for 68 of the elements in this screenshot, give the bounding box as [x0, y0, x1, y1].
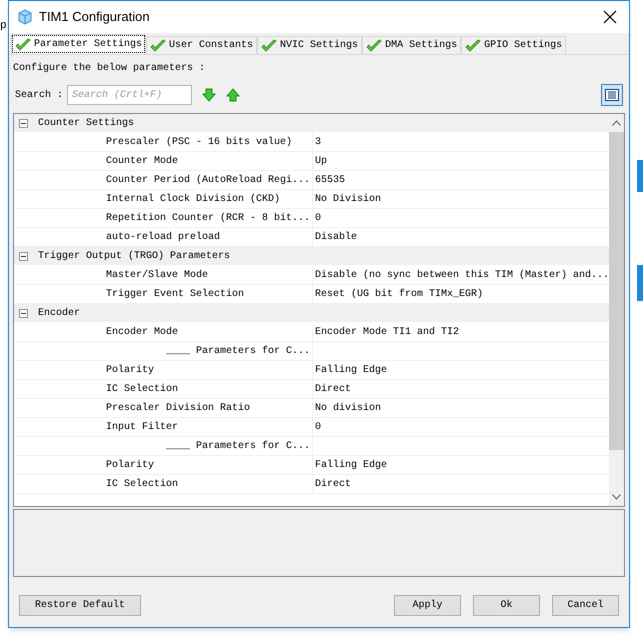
restore-default-button[interactable]: Restore Default: [19, 595, 141, 616]
scrollbar[interactable]: [609, 114, 624, 506]
parameter-name: Prescaler Division Ratio: [106, 402, 250, 416]
parameter-value[interactable]: Falling Edge: [315, 458, 388, 472]
parameter-value[interactable]: 0: [315, 210, 322, 226]
group-header[interactable]: Counter Settings: [38, 116, 134, 130]
chevron-up-icon[interactable]: [612, 120, 622, 126]
parameter-value[interactable]: Disable: [315, 230, 358, 244]
parameter-value[interactable]: Encoder Mode TI1 and TI2: [315, 324, 460, 340]
parameter-name: IC Selection: [106, 478, 178, 492]
parameter-name: Repetition Counter (RCR - 8 bit...: [106, 212, 310, 226]
checkmark-icon: [465, 38, 482, 52]
cube-icon: [17, 9, 33, 25]
parameter-value[interactable]: No Division: [315, 192, 382, 206]
collapse-toggle[interactable]: [19, 308, 28, 318]
window-title: TIM1 Configuration: [39, 8, 151, 26]
parameter-name: Polarity: [106, 364, 154, 378]
parameter-name: Master/Slave Mode: [106, 268, 208, 282]
checkmark-icon: [15, 38, 31, 52]
scrollbar-thumb[interactable]: [609, 132, 624, 450]
parameter-value[interactable]: 65535: [315, 172, 346, 188]
checkmark-icon: [150, 38, 166, 52]
parameter-name: auto-reload preload: [106, 230, 220, 244]
chevron-down-icon[interactable]: [612, 494, 622, 500]
instruction-text: Configure the below parameters :: [13, 62, 206, 76]
parameter-name: Counter Mode: [106, 154, 178, 168]
background-text: p: [0, 19, 7, 34]
tab[interactable]: GPIO Settings: [461, 36, 566, 54]
tab[interactable]: User Constants: [146, 36, 258, 54]
parameter-value[interactable]: Disable (no sync between this TIM (Master) and...: [315, 268, 610, 282]
list-view-button[interactable]: [601, 84, 623, 106]
parameter-name: Internal Clock Division (CKD): [106, 192, 280, 206]
parameter-name: Input Filter: [106, 420, 178, 434]
parameter-value[interactable]: No division: [315, 400, 382, 416]
parameter-name: Trigger Event Selection: [106, 288, 244, 302]
search-label: Search :: [15, 88, 64, 102]
ok-button[interactable]: Ok: [473, 595, 540, 616]
close-icon[interactable]: [603, 10, 617, 24]
group-header[interactable]: Encoder: [38, 306, 80, 320]
arrow-down-icon[interactable]: [202, 88, 216, 102]
cancel-button[interactable]: Cancel: [552, 595, 619, 616]
parameter-value[interactable]: Direct: [315, 476, 352, 492]
checkmark-icon: [366, 38, 382, 52]
parameter-name: Prescaler (PSC - 16 bits value): [106, 136, 292, 150]
parameter-value[interactable]: 0: [315, 420, 322, 434]
parameter-value[interactable]: Direct: [315, 382, 352, 396]
parameter-name: Polarity: [106, 458, 154, 472]
search-field[interactable]: Search (Crtl+F): [67, 85, 192, 105]
tab[interactable]: Parameter Settings: [11, 34, 146, 54]
arrow-up-icon[interactable]: [226, 88, 240, 102]
collapse-toggle[interactable]: [19, 252, 28, 260]
collapse-toggle[interactable]: [19, 118, 28, 128]
parameter-value[interactable]: 3: [315, 134, 322, 150]
parameter-value[interactable]: Reset (UG bit from TIMx_EGR): [315, 286, 484, 302]
parameter-name: Encoder Mode: [106, 326, 178, 340]
parameter-name: Counter Period (AutoReload Regi...: [106, 174, 310, 188]
parameter-name: IC Selection: [106, 382, 178, 396]
parameter-value[interactable]: Falling Edge: [315, 362, 388, 378]
tab[interactable]: DMA Settings: [362, 36, 462, 54]
checkmark-icon: [261, 38, 278, 52]
apply-button[interactable]: Apply: [394, 595, 461, 616]
tab[interactable]: NVIC Settings: [257, 36, 362, 54]
background-window-edge: [637, 265, 643, 301]
parameter-value[interactable]: Up: [315, 154, 328, 168]
list-icon: [605, 89, 619, 101]
section-label: ____ Parameters for C...: [166, 344, 310, 358]
section-label: ____ Parameters for C...: [166, 440, 310, 454]
background-window-edge: [637, 160, 643, 192]
